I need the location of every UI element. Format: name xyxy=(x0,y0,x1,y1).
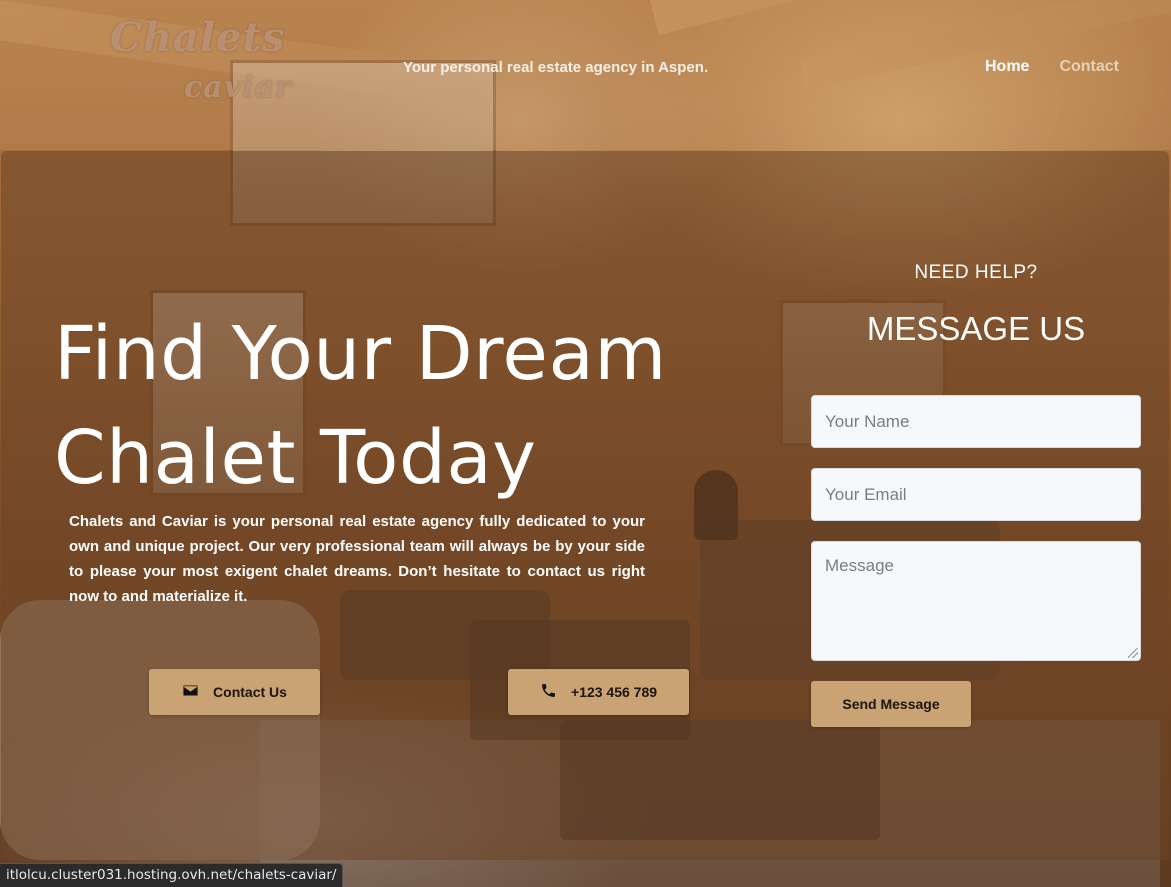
link-status-bar: itlolcu.cluster031.hosting.ovh.net/chale… xyxy=(0,863,344,887)
message-field[interactable] xyxy=(811,541,1141,661)
page: Chalets caviar Your personal real estate… xyxy=(0,0,1171,887)
hero-title-line2: Chalet Today xyxy=(54,415,537,501)
name-field[interactable] xyxy=(811,395,1141,448)
send-message-button[interactable]: Send Message xyxy=(811,681,971,727)
contact-us-label: Contact Us xyxy=(213,684,287,700)
need-help-label: NEED HELP? xyxy=(914,262,1038,283)
site-tagline: Your personal real estate agency in Aspe… xyxy=(403,59,709,76)
nav-item-home[interactable]: Home xyxy=(985,58,1029,76)
phone-number-label: +123 456 789 xyxy=(570,684,658,700)
logo-text-line2: caviar xyxy=(184,70,292,105)
hero-title-line1: Find Your Dream xyxy=(54,311,667,397)
contact-us-button[interactable]: Contact Us xyxy=(149,669,320,715)
phone-icon xyxy=(540,682,557,702)
main-nav: Home Contact xyxy=(985,58,1119,76)
phone-button[interactable]: +123 456 789 xyxy=(508,669,689,715)
envelope-icon xyxy=(182,682,199,702)
nav-item-contact[interactable]: Contact xyxy=(1059,58,1119,76)
resize-handle-icon[interactable] xyxy=(1128,648,1138,658)
site-logo[interactable]: Chalets caviar xyxy=(104,14,314,114)
hero-description: Chalets and Caviar is your personal real… xyxy=(69,513,645,605)
message-us-title: MESSAGE US xyxy=(866,310,1086,347)
email-field[interactable] xyxy=(811,468,1141,521)
site-header: Chalets caviar Your personal real estate… xyxy=(0,0,1171,150)
hero-title: Find Your Dream Chalet Today xyxy=(54,302,754,510)
logo-text-line1: Chalets xyxy=(110,14,286,61)
